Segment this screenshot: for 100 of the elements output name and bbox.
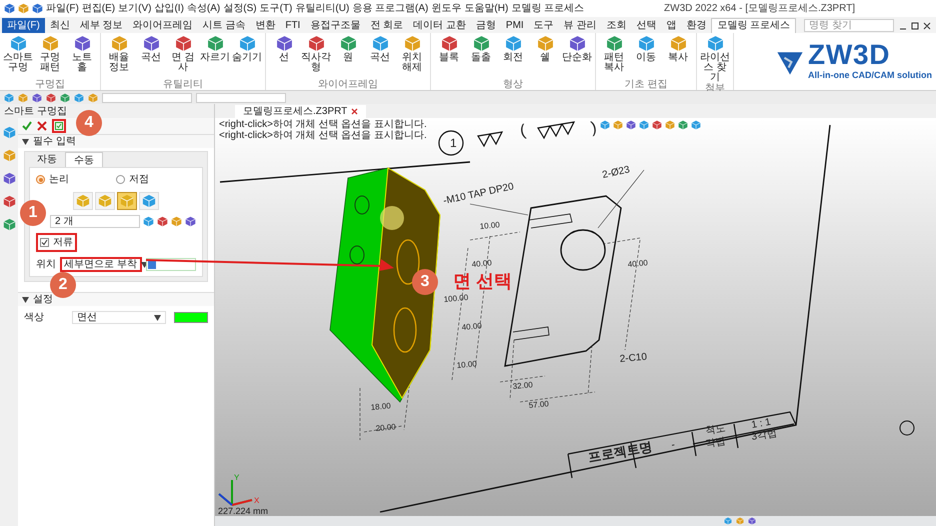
ribbon-tab[interactable]: 앱 — [661, 18, 682, 33]
ribbon-button[interactable]: 패턴 복사 — [598, 35, 630, 79]
title-block-text: 각법 — [704, 436, 726, 450]
menu-item[interactable]: 도움말(H) — [464, 1, 508, 16]
toolbar-dropdown[interactable] — [102, 92, 192, 102]
ribbon-tab[interactable]: 파일(F) — [2, 18, 45, 33]
ribbon-tab[interactable]: 모델링 프로세스 — [711, 18, 796, 33]
menu-item[interactable]: 보기(V) — [118, 1, 152, 16]
menu-item[interactable]: 편집(E) — [82, 1, 116, 16]
block-icon — [142, 194, 156, 208]
drawing-annotation: ( — [518, 122, 527, 140]
side-tab-icon — [2, 195, 16, 208]
menu-item[interactable]: 파일(F) — [46, 1, 79, 16]
title-block-text: - — [670, 440, 676, 451]
ribbon-button[interactable]: 라이선스 찾기 — [699, 35, 731, 83]
menu-item[interactable]: 속성(A) — [186, 1, 220, 16]
ribbon-button[interactable]: 숨기기 — [231, 35, 263, 79]
ribbon-button[interactable]: 직사각형 — [300, 35, 332, 79]
ribbon-tab[interactable]: FTI — [280, 18, 306, 33]
checkbox[interactable] — [40, 238, 49, 247]
tool-icon — [157, 216, 168, 227]
ribbon-tab[interactable]: 도구 — [528, 18, 559, 33]
caret-icon — [22, 296, 29, 302]
ribbon-tab[interactable]: 데이터 교환 — [408, 18, 471, 33]
menu-item[interactable]: 응용 프로그램(A) — [352, 1, 428, 16]
toolbar-dropdown[interactable] — [196, 92, 286, 102]
ribbon-tab[interactable]: 전 회로 — [365, 18, 408, 33]
toolbar-icon — [88, 92, 98, 102]
count-field[interactable]: 2 개 — [50, 215, 140, 228]
ribbon-button[interactable]: 위치 해제 — [396, 35, 428, 79]
section-header[interactable]: 설정 — [18, 292, 214, 306]
radio-button[interactable] — [36, 175, 45, 184]
check-icon[interactable] — [22, 121, 32, 131]
view-tool-icon — [639, 120, 649, 130]
menu-item[interactable]: 유틸리티(U) — [295, 1, 350, 16]
menu-item[interactable]: 모델링 프로세스 — [511, 1, 584, 16]
ribbon-button[interactable]: 곡선 — [135, 35, 167, 79]
ribbon-tab[interactable]: 환경 — [681, 18, 712, 33]
title-block-text: 프로젝트명 — [586, 438, 654, 465]
hole-type-button[interactable] — [117, 192, 137, 210]
ribbon-button[interactable]: 배율 정보 — [103, 35, 135, 79]
ribbon-tab[interactable]: 와이어프레임 — [128, 18, 198, 33]
line-style-dropdown[interactable]: 면선 — [72, 311, 166, 324]
menu-item[interactable]: 설정(S) — [223, 1, 257, 16]
ribbon-button[interactable]: 복사 — [662, 35, 694, 79]
ribbon-button[interactable]: 원 — [332, 35, 364, 79]
block-icon — [98, 194, 112, 208]
view-tool-icon — [613, 120, 623, 130]
apply-button[interactable] — [52, 119, 66, 133]
color-swatch[interactable] — [174, 312, 208, 323]
ribbon-tab[interactable]: 변환 — [250, 18, 280, 33]
ribbon-tab[interactable]: 용접구조물 — [305, 18, 366, 33]
group-label: 유틸리티 — [162, 79, 204, 90]
side-tab-icon — [2, 218, 16, 231]
ribbon-tab[interactable]: 선택 — [631, 18, 662, 33]
ribbon-button[interactable]: 블록 — [433, 35, 465, 79]
radio-label: 논리 — [49, 173, 69, 187]
menu-item[interactable]: 윈도우 — [431, 1, 462, 16]
ribbon-button[interactable]: 이동 — [630, 35, 662, 79]
ribbon-button[interactable]: 돌출 — [465, 35, 497, 79]
ribbon-tab[interactable]: 시트 금속 — [198, 18, 250, 33]
ribbon-tab[interactable]: 금형 — [470, 18, 501, 33]
status-icon — [736, 517, 744, 525]
ribbon-button[interactable]: 스마트 구멍 — [2, 35, 34, 79]
ribbon-tab[interactable]: 뷰 관리 — [558, 18, 602, 33]
search-field[interactable]: 명령 찾기 — [804, 19, 894, 32]
group-label: 기초 편집 — [624, 79, 668, 90]
ribbon-tab[interactable]: 세부 정보 — [74, 18, 128, 33]
radio-button[interactable] — [116, 175, 125, 184]
ribbon-button[interactable]: 노트 홀 — [66, 35, 98, 79]
drawing-annotation: 1 — [450, 136, 457, 150]
close-icon[interactable] — [351, 108, 358, 115]
toolbar-icon — [32, 92, 42, 102]
tool-icon — [171, 216, 182, 227]
menu-item[interactable]: 도구(T) — [260, 1, 292, 16]
ribbon-button[interactable]: 선 — [268, 35, 300, 79]
drawing-annotation: 57.00 — [528, 399, 550, 410]
ribbon-tab[interactable]: PMI — [500, 18, 529, 33]
ribbon-button[interactable]: 곡선 — [364, 35, 396, 79]
ribbon-tab[interactable]: 조회 — [601, 18, 632, 33]
ribbon-button[interactable]: 구멍 패턴 — [34, 35, 66, 79]
panel-tab[interactable]: 수동 — [65, 152, 103, 167]
drawing-annotation: 40.00 — [471, 258, 492, 269]
ribbon-button[interactable]: 자르기 — [199, 35, 231, 79]
menu-item[interactable]: 삽입(I) — [154, 1, 184, 16]
callout-label: 면 선택 — [453, 270, 512, 293]
drawing-annotation: 20.00 — [375, 422, 396, 433]
document-tab[interactable]: 모델링프로세스.Z3PRT — [235, 105, 366, 118]
cursor-highlight — [380, 206, 404, 230]
close-icon[interactable] — [37, 121, 47, 131]
section-header[interactable]: 필수 입력 — [18, 134, 214, 148]
panel-tab[interactable]: 자동 — [29, 152, 65, 167]
ribbon-button[interactable]: 면 검사 — [167, 35, 199, 79]
ribbon-tab[interactable]: 최신 — [44, 18, 75, 33]
ribbon-button[interactable]: 단순화 — [561, 35, 593, 79]
window-controls-icon[interactable] — [898, 21, 932, 31]
tool-icon — [143, 216, 154, 227]
drawing-annotation: 40.00 — [461, 321, 482, 332]
ribbon-button[interactable]: 쉘 — [529, 35, 561, 79]
ribbon-button[interactable]: 회전 — [497, 35, 529, 79]
